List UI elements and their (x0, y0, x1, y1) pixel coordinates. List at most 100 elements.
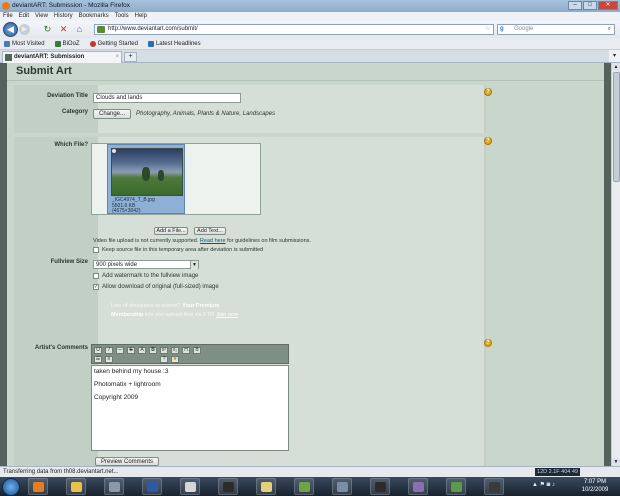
taskbar-app-button[interactable] (104, 478, 124, 495)
file-picker: _IGC4974_T_B.jpg 5501.6 KB (4675×3042) (91, 143, 261, 215)
taskbar-app-button[interactable] (370, 478, 390, 495)
reload-icon[interactable]: ↻ (42, 24, 53, 35)
change-category-button[interactable]: Change... (93, 109, 131, 119)
subscript-button[interactable]: x₂ (171, 347, 179, 354)
system-tray[interactable]: ▲ ⚑ ◙ ♪ (532, 481, 555, 488)
menu-edit[interactable]: Edit (19, 12, 29, 21)
page-content: Submit Art Deviation Title Clouds and la… (0, 63, 611, 466)
underline-button[interactable]: U (94, 347, 102, 354)
superscript-button[interactable]: x² (160, 347, 168, 354)
windows-taskbar: ▲ ⚑ ◙ ♪ 7:07 PM 10/2/2009 (0, 477, 620, 496)
app-icon (71, 482, 82, 492)
bookmark-getting-started[interactable]: Getting Started (89, 38, 138, 49)
join-now-link[interactable]: Join now (216, 312, 238, 318)
bookmark-star-icon[interactable]: ☆ (485, 25, 490, 34)
taskbar-app-button[interactable] (180, 478, 200, 495)
minimize-button[interactable]: – (568, 1, 582, 10)
taskbar-app-button[interactable] (66, 478, 86, 495)
heading-button[interactable]: H (182, 347, 190, 354)
app-icon (33, 482, 44, 492)
clock-time: 7:07 PM (583, 479, 607, 485)
blockquote-button[interactable]: B (193, 347, 201, 354)
help-format-button[interactable]: ? (160, 356, 168, 363)
bold-button[interactable]: B (149, 347, 157, 354)
align-button[interactable]: ≡ (105, 356, 113, 363)
add-text-button[interactable]: Add Text... (194, 227, 226, 235)
keep-source-checkbox[interactable] (93, 247, 99, 253)
forward-button[interactable]: ▶ (19, 24, 30, 35)
start-button[interactable] (2, 478, 20, 496)
menu-view[interactable]: View (35, 12, 48, 21)
taskbar-app-button[interactable] (446, 478, 466, 495)
file-thumbnail (111, 148, 183, 196)
maximize-button[interactable]: □ (583, 1, 597, 10)
fullview-size-select[interactable]: 900 pixels wide ▼ (93, 260, 199, 269)
search-icon[interactable]: ⌕ (608, 25, 611, 34)
taskbar-app-button[interactable] (294, 478, 314, 495)
app-icon (223, 482, 234, 492)
firefox-icon (2, 2, 10, 10)
close-window-button[interactable]: ✕ (598, 1, 618, 10)
strike-button[interactable]: S (127, 347, 135, 354)
list-button[interactable]: ☰ (94, 356, 102, 363)
vertical-scrollbar[interactable]: ▲ ▼ (611, 63, 620, 466)
stop-icon[interactable]: ✕ (58, 24, 69, 35)
tab-label: deviantART: Submission (14, 54, 85, 60)
scroll-thumb[interactable] (613, 72, 620, 182)
url-bar[interactable]: http://www.deviantart.com/submit/ ☆ (94, 24, 494, 35)
search-input[interactable]: g Google ⌕ (497, 24, 615, 35)
taskbar-app-button[interactable] (218, 478, 238, 495)
help-icon[interactable]: ? (484, 339, 492, 347)
new-tab-button[interactable]: + (124, 52, 137, 62)
menu-help[interactable]: Help (135, 12, 147, 21)
preview-comments-button[interactable]: Preview Comments (95, 457, 159, 466)
scroll-up-icon[interactable]: ▲ (612, 63, 620, 71)
file-radio[interactable] (111, 148, 117, 154)
taskbar-app-button[interactable] (332, 478, 352, 495)
bookmark-icon (54, 40, 61, 47)
taskbar-app-button[interactable] (408, 478, 428, 495)
link-button[interactable]: A (138, 347, 146, 354)
deviation-title-label: Deviation Title (47, 93, 88, 99)
selected-file[interactable]: _IGC4974_T_B.jpg 5501.6 KB (4675×3042) (107, 144, 185, 214)
allow-download-checkbox[interactable]: ✓ (93, 284, 99, 290)
italic-button[interactable]: I (105, 347, 113, 354)
help-icon[interactable]: ? (484, 137, 492, 145)
tab-list-icon[interactable]: ▾ (609, 50, 620, 62)
home-icon[interactable]: ⌂ (74, 24, 85, 35)
bookmark-most-visited[interactable]: Most Visited (4, 38, 45, 49)
bookmark-icon (89, 40, 96, 47)
allow-download-label: Allow download of original (full-sized) … (102, 284, 219, 290)
add-file-button[interactable]: Add a File... (154, 227, 188, 235)
video-note: Video file upload is not currently suppo… (93, 238, 311, 244)
hr-button[interactable]: — (116, 347, 124, 354)
deviantart-favicon (5, 54, 12, 61)
menu-tools[interactable]: Tools (115, 12, 129, 21)
emoticon-button[interactable]: ★ (171, 356, 179, 363)
category-path: Photography, Animals, Plants & Nature, L… (136, 111, 276, 117)
menu-bookmarks[interactable]: Bookmarks (79, 12, 109, 21)
menu-history[interactable]: History (54, 12, 73, 21)
bookmarks-toolbar: Most Visited BiOoZ Getting Started Lates… (0, 38, 620, 50)
clock[interactable]: 7:07 PM 10/2/2009 (575, 478, 615, 494)
back-button[interactable]: ◀ (3, 22, 18, 37)
help-icon[interactable]: ? (484, 88, 492, 96)
comments-textarea[interactable]: taken behind my house :3 Photomatix + li… (91, 365, 289, 451)
google-icon[interactable]: g (500, 25, 504, 34)
tab-bar: deviantART: Submission × + ▾ (0, 50, 620, 63)
app-icon (299, 482, 310, 492)
taskbar-app-button[interactable] (142, 478, 162, 495)
rss-icon (147, 40, 154, 47)
scroll-down-icon[interactable]: ▼ (612, 458, 620, 466)
taskbar-app-button[interactable] (28, 478, 48, 495)
taskbar-app-button[interactable] (484, 478, 504, 495)
bookmark-biooz[interactable]: BiOoZ (54, 38, 80, 49)
taskbar-app-button[interactable] (256, 478, 276, 495)
read-here-link[interactable]: Read here (200, 238, 226, 244)
bookmark-latest-headlines[interactable]: Latest Headlines (147, 38, 201, 49)
deviation-title-input[interactable]: Clouds and lands (93, 93, 241, 103)
tab-deviantart-submission[interactable]: deviantART: Submission × (2, 51, 122, 63)
watermark-checkbox[interactable] (93, 273, 99, 279)
close-tab-icon[interactable]: × (115, 52, 119, 63)
menu-file[interactable]: File (3, 12, 13, 21)
